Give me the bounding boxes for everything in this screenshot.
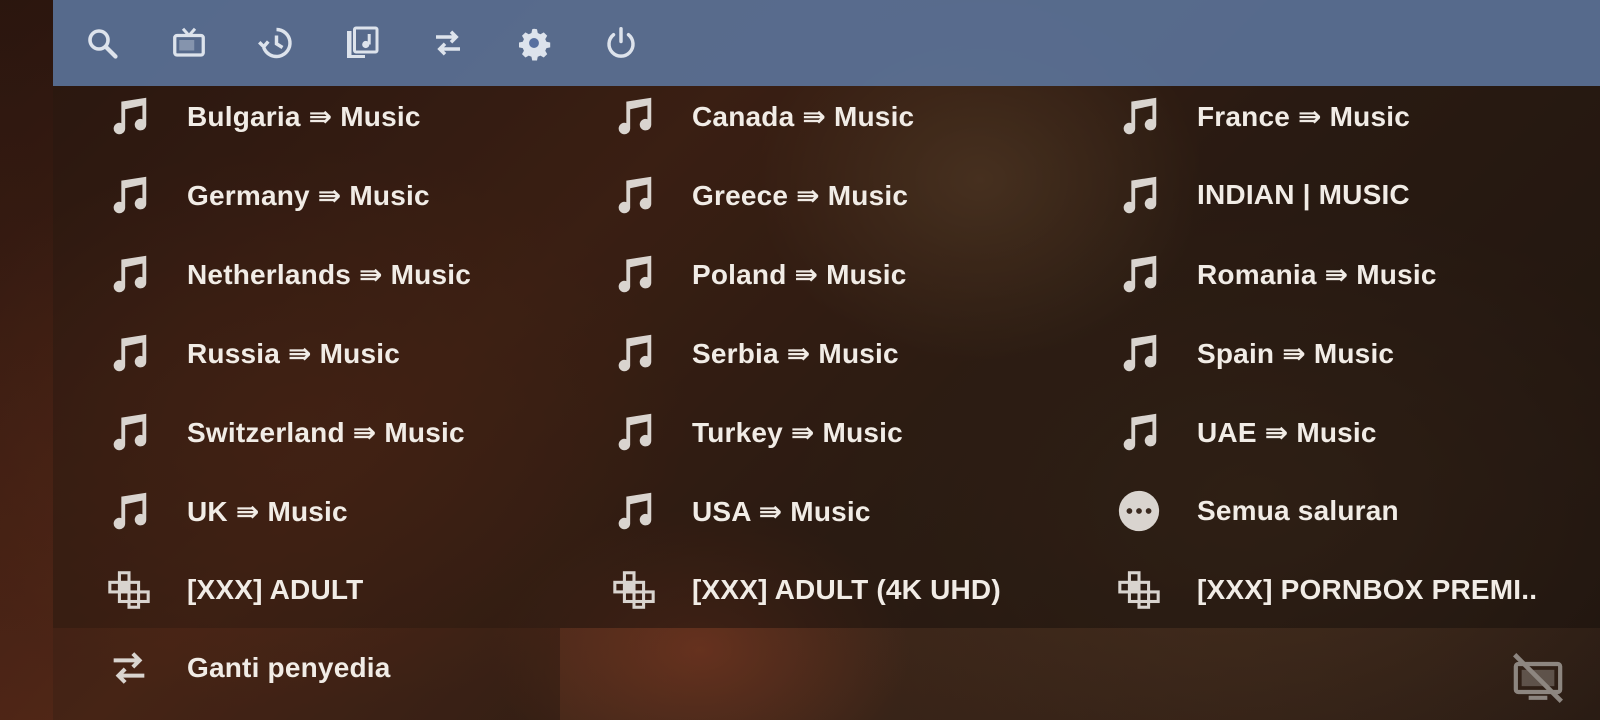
category-label: [XXX] PORNBOX PREMI.. — [1197, 574, 1538, 605]
category-label: Netherlands ⇛ Music — [187, 258, 471, 290]
swap-icon — [105, 644, 153, 692]
category-item[interactable]: [XXX] ADULT — [53, 560, 558, 620]
category-blocks-icon — [1115, 566, 1163, 614]
category-label: UAE ⇛ Music — [1197, 416, 1377, 448]
category-label: Russia ⇛ Music — [187, 337, 400, 369]
video-library-icon[interactable] — [343, 24, 381, 62]
category-item[interactable]: France ⇛ Music — [1063, 86, 1568, 146]
category-item[interactable]: Russia ⇛ Music — [53, 323, 558, 383]
search-icon[interactable] — [83, 24, 121, 62]
category-item[interactable]: Germany ⇛ Music — [53, 165, 558, 225]
category-label: Turkey ⇛ Music — [692, 416, 903, 448]
category-label: INDIAN | MUSIC — [1197, 179, 1410, 210]
category-item[interactable]: Poland ⇛ Music — [558, 244, 1063, 304]
swap-icon[interactable] — [429, 24, 467, 62]
history-icon[interactable] — [256, 24, 294, 62]
category-label: Semua saluran — [1197, 495, 1399, 526]
music-note-icon — [105, 250, 153, 298]
music-note-icon — [105, 408, 153, 456]
category-label: Serbia ⇛ Music — [692, 337, 899, 369]
music-note-icon — [1115, 408, 1163, 456]
music-note-icon — [610, 92, 658, 140]
category-label: UK ⇛ Music — [187, 495, 348, 527]
music-note-icon — [105, 171, 153, 219]
category-label: Canada ⇛ Music — [692, 100, 915, 132]
tv-icon[interactable] — [170, 24, 208, 62]
music-note-icon — [105, 487, 153, 535]
music-note-icon — [610, 408, 658, 456]
category-label: Romania ⇛ Music — [1197, 258, 1437, 290]
category-blocks-icon — [610, 566, 658, 614]
top-toolbar — [53, 0, 1600, 86]
category-label: Poland ⇛ Music — [692, 258, 907, 290]
switch-provider-item[interactable]: Ganti penyedia — [53, 638, 558, 698]
category-label: France ⇛ Music — [1197, 100, 1410, 132]
category-label: USA ⇛ Music — [692, 495, 871, 527]
more-horizontal-icon — [1115, 487, 1163, 535]
music-note-icon — [610, 487, 658, 535]
category-item[interactable]: Canada ⇛ Music — [558, 86, 1063, 146]
music-note-icon — [610, 171, 658, 219]
music-note-icon — [610, 250, 658, 298]
music-note-icon — [105, 329, 153, 377]
switch-provider-label: Ganti penyedia — [187, 652, 391, 683]
category-label: Spain ⇛ Music — [1197, 337, 1395, 369]
category-item[interactable]: Switzerland ⇛ Music — [53, 402, 558, 462]
category-item[interactable]: INDIAN | MUSIC — [1063, 165, 1568, 225]
category-label: Bulgaria ⇛ Music — [187, 100, 421, 132]
music-note-icon — [105, 92, 153, 140]
category-item[interactable]: UAE ⇛ Music — [1063, 402, 1568, 462]
music-note-icon — [1115, 92, 1163, 140]
category-item[interactable]: Semua saluran — [1063, 481, 1568, 541]
category-item[interactable]: Romania ⇛ Music — [1063, 244, 1568, 304]
category-item[interactable]: Bulgaria ⇛ Music — [53, 86, 558, 146]
background-edge — [0, 0, 53, 720]
category-item[interactable]: Turkey ⇛ Music — [558, 402, 1063, 462]
category-item[interactable]: Greece ⇛ Music — [558, 165, 1063, 225]
music-note-icon — [1115, 250, 1163, 298]
music-note-icon — [1115, 329, 1163, 377]
category-item[interactable]: Spain ⇛ Music — [1063, 323, 1568, 383]
category-item[interactable]: [XXX] PORNBOX PREMI.. — [1063, 560, 1568, 620]
category-label: [XXX] ADULT — [187, 574, 364, 605]
category-item[interactable]: Netherlands ⇛ Music — [53, 244, 558, 304]
category-item[interactable]: UK ⇛ Music — [53, 481, 558, 541]
category-item[interactable]: [XXX] ADULT (4K UHD) — [558, 560, 1063, 620]
settings-icon[interactable] — [515, 24, 553, 62]
music-note-icon — [610, 329, 658, 377]
category-blocks-icon — [105, 566, 153, 614]
category-label: [XXX] ADULT (4K UHD) — [692, 574, 1001, 605]
power-icon[interactable] — [602, 24, 640, 62]
music-note-icon — [1115, 171, 1163, 219]
category-label: Greece ⇛ Music — [692, 179, 909, 211]
category-label: Germany ⇛ Music — [187, 179, 430, 211]
category-label: Switzerland ⇛ Music — [187, 416, 465, 448]
category-item[interactable]: Serbia ⇛ Music — [558, 323, 1063, 383]
category-item[interactable]: USA ⇛ Music — [558, 481, 1063, 541]
tv-off-icon — [1510, 650, 1566, 706]
